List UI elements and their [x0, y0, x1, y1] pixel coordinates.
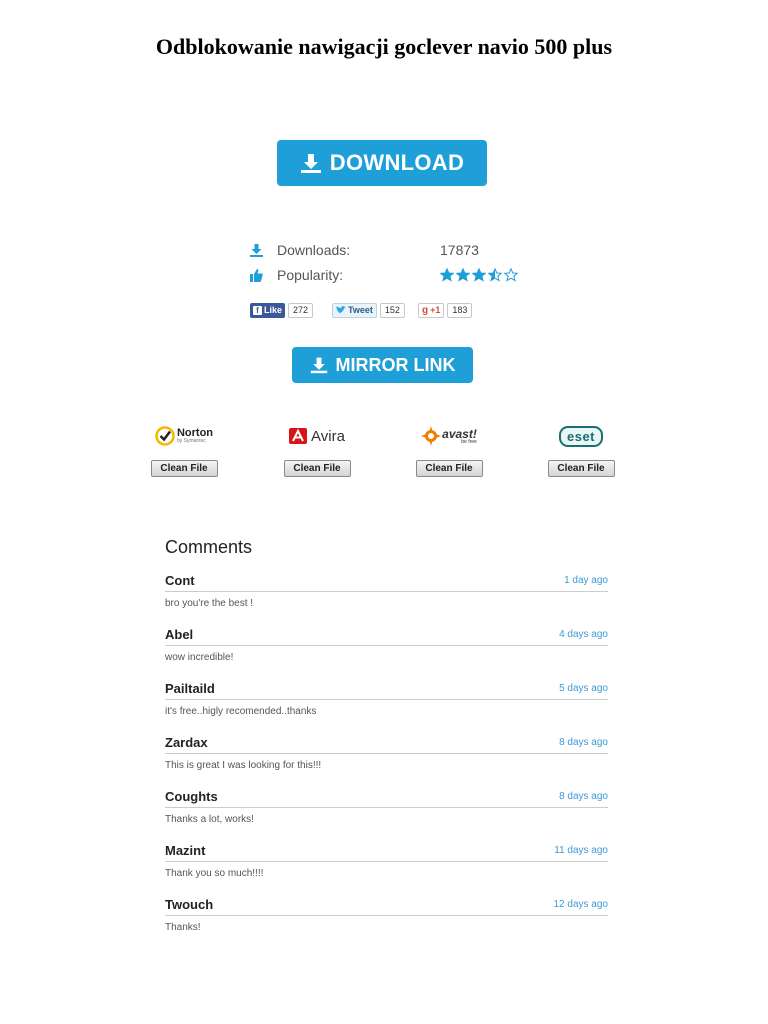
comment-time[interactable]: 12 days ago: [554, 899, 609, 910]
comment-time[interactable]: 4 days ago: [559, 629, 608, 640]
page-title: Odblokowanie nawigacji goclever navio 50…: [155, 34, 613, 59]
norton-sub: by Symantec: [176, 438, 206, 444]
download-icon: [250, 243, 264, 257]
google-plus-button[interactable]: g +1: [418, 302, 445, 318]
comment-item: Zardax 8 days ago This is great I was lo…: [165, 734, 608, 771]
mirror-link-label: MIRROR LINK: [335, 354, 456, 375]
twitter-bird-icon: [336, 306, 346, 314]
facebook-like-count: 272: [288, 302, 314, 318]
facebook-like-button[interactable]: f Like: [250, 302, 286, 318]
comment-item: Twouch 12 days ago Thanks!: [165, 896, 608, 933]
comment-author: Cont: [165, 573, 195, 588]
comment-time[interactable]: 8 days ago: [559, 737, 608, 748]
comment-time[interactable]: 1 day ago: [564, 575, 608, 586]
google-plus-icon: g: [422, 304, 429, 316]
norton-clean-file-button[interactable]: Clean File: [150, 460, 218, 477]
tweet-count: 152: [379, 302, 405, 318]
tweet-label: Tweet: [348, 305, 373, 315]
avast-badge: avast! be free Clean File: [399, 422, 499, 477]
facebook-like-widget[interactable]: f Like 272: [250, 302, 314, 318]
mirror-link-button[interactable]: MIRROR LINK: [292, 347, 473, 383]
comment-author: Coughts: [165, 789, 218, 804]
comment-item: Pailtaild 5 days ago it's free..higly re…: [165, 680, 608, 717]
comment-author: Twouch: [165, 897, 214, 912]
google-plus-label: +1: [430, 305, 441, 315]
thumbs-up-icon: [250, 268, 264, 282]
download-button-label: DOWNLOAD: [329, 150, 465, 175]
comment-text: Thank you so much!!!!: [165, 868, 264, 879]
comment-text: Thanks a lot, works!: [165, 814, 254, 825]
popularity-rating: [440, 268, 518, 282]
comment-author: Zardax: [165, 735, 208, 750]
comment-item: Cont 1 day ago bro you're the best !: [165, 572, 608, 609]
download-icon: [310, 357, 327, 374]
comment-text: wow incredible!: [165, 652, 234, 663]
avast-clean-file-button[interactable]: Clean File: [415, 460, 483, 477]
comment-text: it's free..higly recomended..thanks: [165, 706, 317, 717]
star-full-icon: [440, 268, 454, 282]
star-half-icon: [488, 268, 502, 282]
star-full-icon: [456, 268, 470, 282]
comment-time[interactable]: 8 days ago: [559, 791, 608, 802]
eset-name: eset: [558, 425, 604, 447]
avira-badge: Avira Clean File: [267, 422, 367, 477]
google-plus-widget[interactable]: g +1 183: [418, 302, 473, 318]
comments-heading: Comments: [165, 537, 253, 557]
avast-logo: avast! be free: [421, 422, 477, 450]
comment-author: Pailtaild: [165, 681, 215, 696]
avira-umbrella-icon: [289, 428, 308, 444]
facebook-like-label: Like: [264, 305, 283, 315]
avast-star-icon: [421, 426, 442, 446]
comment-time[interactable]: 11 days ago: [554, 845, 608, 856]
comment-author: Mazint: [165, 843, 206, 858]
eset-badge: eset Clean File: [531, 422, 631, 477]
avira-clean-file-button[interactable]: Clean File: [283, 460, 351, 477]
star-empty-icon: [504, 268, 518, 282]
facebook-icon: f: [253, 305, 262, 315]
star-full-icon: [472, 268, 486, 282]
comment-item: Abel 4 days ago wow incredible!: [165, 626, 608, 663]
downloads-stat: Downloads: 17873: [250, 240, 479, 260]
download-icon: [300, 154, 321, 173]
popularity-label: Popularity:: [277, 267, 344, 283]
google-plus-count: 183: [447, 302, 473, 318]
comment-text: Thanks!: [165, 922, 201, 933]
comment-author: Abel: [165, 627, 194, 642]
comment-item: Coughts 8 days ago Thanks a lot, works!: [165, 788, 608, 825]
downloads-value: 17873: [440, 242, 479, 258]
comment-text: bro you're the best !: [165, 598, 254, 609]
tweet-button[interactable]: Tweet: [332, 302, 377, 318]
eset-logo: eset: [558, 422, 604, 450]
norton-logo: Norton by Symantec: [155, 422, 213, 450]
norton-check-icon: [155, 426, 175, 446]
comment-text: This is great I was looking for this!!!: [165, 760, 322, 771]
comment-time[interactable]: 5 days ago: [559, 683, 608, 694]
downloads-label: Downloads:: [277, 242, 351, 258]
comment-item: Mazint 11 days ago Thank you so much!!!!: [165, 842, 608, 879]
download-button[interactable]: DOWNLOAD: [277, 140, 487, 186]
eset-clean-file-button[interactable]: Clean File: [547, 460, 615, 477]
avast-name: avast!: [442, 426, 477, 441]
popularity-stat: Popularity:: [250, 265, 518, 285]
twitter-tweet-widget[interactable]: Tweet 152: [332, 302, 405, 318]
norton-badge: Norton by Symantec Clean File: [134, 422, 234, 477]
avira-name: Avira: [311, 427, 345, 445]
avira-logo: Avira: [289, 422, 345, 450]
